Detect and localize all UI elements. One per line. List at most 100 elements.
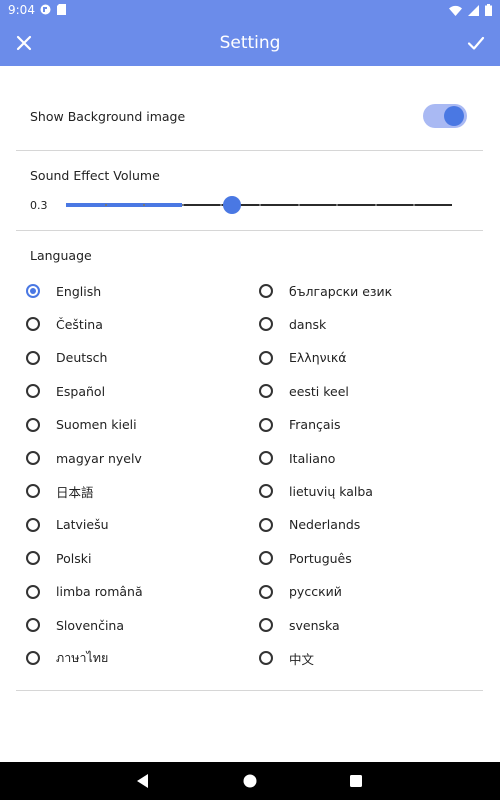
radio-button[interactable] <box>259 384 273 399</box>
language-option[interactable]: Italiano <box>259 448 335 468</box>
radio-button[interactable] <box>259 517 273 532</box>
home-button[interactable] <box>241 772 259 790</box>
language-option[interactable]: Suomen kieli <box>26 415 137 435</box>
slider-tick <box>259 204 261 206</box>
sound-volume-label: Sound Effect Volume <box>30 168 160 183</box>
language-option[interactable]: dansk <box>259 314 326 334</box>
language-option[interactable]: English <box>26 281 101 301</box>
language-option[interactable]: lietuvių kalba <box>259 481 373 501</box>
radio-button[interactable] <box>26 284 40 298</box>
page-title: Setting <box>219 33 281 53</box>
language-option-label: български език <box>289 283 393 299</box>
language-option[interactable]: magyar nyelv <box>26 448 142 468</box>
toggle-knob <box>444 106 464 126</box>
radio-button[interactable] <box>26 451 40 465</box>
slider-tick <box>220 204 222 206</box>
language-option[interactable]: limba română <box>26 582 143 602</box>
language-option-label: 日本語 <box>56 484 94 500</box>
language-option[interactable]: Slovenčina <box>26 615 124 635</box>
language-option[interactable]: русский <box>259 582 342 602</box>
language-option-label: Polski <box>56 550 92 566</box>
radio-button[interactable] <box>259 350 273 365</box>
language-option-label: Čeština <box>56 316 103 332</box>
recents-button[interactable] <box>347 772 365 790</box>
background-image-label: Show Background image <box>30 109 186 124</box>
language-option[interactable]: ภาษาไทย <box>26 648 108 668</box>
language-option[interactable]: Polski <box>26 548 91 568</box>
language-option-label: Nederlands <box>289 517 361 533</box>
slider-tick <box>298 204 300 206</box>
divider <box>16 230 483 231</box>
radio-button[interactable] <box>26 317 40 332</box>
divider <box>16 150 483 151</box>
slider-tick <box>105 204 107 206</box>
language-option[interactable]: Français <box>259 415 341 435</box>
radio-button[interactable] <box>26 651 40 666</box>
slider-tick <box>143 204 145 206</box>
radio-button[interactable] <box>259 417 273 432</box>
battery-icon <box>485 4 492 16</box>
language-option[interactable]: Nederlands <box>259 515 360 535</box>
radio-button[interactable] <box>259 317 273 332</box>
slider-thumb[interactable] <box>223 196 241 214</box>
language-option-label: 中文 <box>289 651 315 667</box>
back-triangle-icon <box>137 774 148 788</box>
language-option[interactable]: Ελληνικά <box>259 348 346 368</box>
sd-card-icon <box>57 4 66 15</box>
radio-button[interactable] <box>259 584 273 599</box>
language-option-label: magyar nyelv <box>56 450 142 466</box>
language-option[interactable]: Português <box>259 548 352 568</box>
slider-tick <box>182 204 184 206</box>
radio-button[interactable] <box>259 484 273 499</box>
language-option[interactable]: eesti keel <box>259 381 349 401</box>
language-option-label: Español <box>56 383 106 399</box>
radio-button[interactable] <box>259 651 273 666</box>
language-option[interactable]: Español <box>26 381 105 401</box>
language-option[interactable]: 中文 <box>259 648 314 668</box>
language-option-label: svenska <box>289 617 340 633</box>
background-image-toggle[interactable] <box>423 104 467 128</box>
radio-button[interactable] <box>259 618 273 632</box>
language-option-label: Slovenčina <box>56 617 124 633</box>
confirm-button[interactable] <box>464 31 488 55</box>
slider-tick <box>336 204 338 206</box>
language-option[interactable]: български език <box>259 281 392 301</box>
home-circle-icon <box>243 774 257 788</box>
status-right-icons <box>449 4 492 16</box>
language-option[interactable]: Čeština <box>26 314 103 334</box>
radio-button[interactable] <box>259 551 273 566</box>
app-bar: Setting <box>0 20 500 66</box>
radio-button[interactable] <box>259 451 273 465</box>
language-option[interactable]: 日本語 <box>26 481 94 501</box>
language-option-label: Italiano <box>289 450 336 466</box>
language-option-label: Ελληνικά <box>289 350 347 366</box>
back-button[interactable] <box>134 772 152 790</box>
recents-square-icon <box>350 775 362 787</box>
language-label: Language <box>30 248 92 263</box>
language-option-label: dansk <box>289 316 327 332</box>
radio-button[interactable] <box>26 517 40 532</box>
language-option-label: lietuvių kalba <box>289 483 373 499</box>
language-option[interactable]: svenska <box>259 615 340 635</box>
language-option-label: Português <box>289 550 352 566</box>
radio-button[interactable] <box>26 417 40 432</box>
language-option-label: eesti keel <box>289 383 349 399</box>
sound-volume-value: 0.3 <box>30 199 48 212</box>
sound-volume-slider[interactable] <box>66 196 452 214</box>
language-option-label: ภาษาไทย <box>56 650 109 666</box>
status-bar: 9:04 <box>0 0 500 20</box>
status-left-icons <box>40 4 66 15</box>
radio-button[interactable] <box>259 284 273 298</box>
status-time: 9:04 <box>8 3 35 17</box>
radio-button[interactable] <box>26 350 40 365</box>
slider-active-track <box>66 203 182 207</box>
radio-button[interactable] <box>26 618 40 632</box>
radio-button[interactable] <box>26 551 40 566</box>
radio-button[interactable] <box>26 584 40 599</box>
radio-button[interactable] <box>26 484 40 499</box>
language-option[interactable]: Latviešu <box>26 515 109 535</box>
radio-button[interactable] <box>26 384 40 399</box>
divider <box>16 690 483 691</box>
language-option[interactable]: Deutsch <box>26 348 107 368</box>
language-option-label: English <box>56 283 102 299</box>
